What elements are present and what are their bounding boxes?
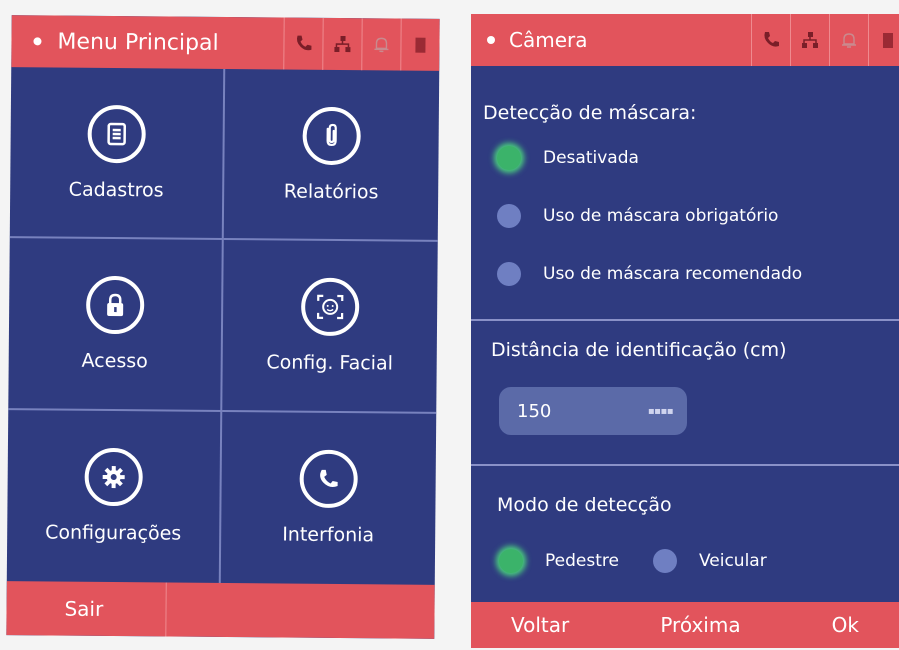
camera-settings-screen: Câmera Detecção de máscara: Desativada U… <box>471 14 899 648</box>
menu-tile-label: Relatórios <box>283 180 379 204</box>
network-icon[interactable] <box>322 17 362 71</box>
detection-mode-heading: Modo de detecção <box>497 494 672 516</box>
menu-tile-cadastros[interactable]: Cadastros <box>9 67 226 241</box>
menu-tile-relatorios[interactable]: Relatórios <box>223 69 440 243</box>
radio-label: Desativada <box>543 148 639 168</box>
radio-button[interactable] <box>497 262 521 286</box>
menu-tile-acesso[interactable]: Acesso <box>8 238 224 412</box>
radio-button[interactable] <box>652 549 677 573</box>
keypad-icon: ▪▪▪▪ <box>647 405 674 417</box>
radio-option-pedestre[interactable]: Pedestre <box>499 532 619 590</box>
title-dot <box>33 37 42 46</box>
lock-icon <box>85 275 145 335</box>
menu-tile-configuracoes[interactable]: Configurações <box>6 409 223 583</box>
menu-header: Menu Principal <box>11 15 440 71</box>
list-icon <box>87 104 146 163</box>
distance-input[interactable]: 150 ▪▪▪▪ <box>499 387 687 435</box>
camera-bottom-bar: Voltar Próxima Ok <box>471 602 899 648</box>
network-icon[interactable] <box>790 14 829 66</box>
distance-section: Distância de identificação (cm) 150 ▪▪▪▪ <box>471 321 899 464</box>
menu-tile-label: Configurações <box>45 521 182 545</box>
menu-title: Menu Principal <box>57 29 219 56</box>
back-button[interactable]: Voltar <box>511 613 569 637</box>
radio-label: Pedestre <box>545 551 619 571</box>
menu-tile-label: Cadastros <box>68 178 164 202</box>
radio-label: Uso de máscara recomendado <box>543 264 803 284</box>
status-icons <box>283 17 440 71</box>
radio-option-recomendado[interactable]: Uso de máscara recomendado <box>497 245 802 303</box>
menu-tile-label: Acesso <box>81 349 148 373</box>
phone-icon[interactable] <box>751 14 790 66</box>
title-dot <box>487 36 495 44</box>
door-icon[interactable] <box>400 18 440 71</box>
ok-button[interactable]: Ok <box>832 613 859 637</box>
bell-icon[interactable] <box>829 14 868 66</box>
mask-detection-heading: Detecção de máscara: <box>483 102 697 124</box>
distance-value: 150 <box>517 400 552 422</box>
mask-detection-section: Detecção de máscara: Desativada Uso de m… <box>471 66 899 318</box>
menu-tile-interfonia[interactable]: Interfonia <box>221 412 436 585</box>
gear-icon <box>84 448 143 507</box>
exit-button[interactable]: Sair <box>6 581 167 637</box>
next-button[interactable]: Próxima <box>660 613 740 637</box>
menu-tile-config-facial[interactable]: Config. Facial <box>222 240 438 414</box>
camera-header: Câmera <box>471 14 899 66</box>
distance-heading: Distância de identificação (cm) <box>491 339 787 361</box>
menu-grid: Cadastros Relatórios Acesso Config. Faci… <box>6 67 440 585</box>
radio-option-obrigatorio[interactable]: Uso de máscara obrigatório <box>497 187 802 245</box>
radio-option-desativada[interactable]: Desativada <box>497 129 802 187</box>
radio-label: Uso de máscara obrigatório <box>543 206 779 226</box>
menu-tile-label: Config. Facial <box>266 351 394 375</box>
detection-mode-section: Modo de detecção Pedestre Veicular <box>471 466 899 602</box>
main-menu-screen: Menu Principal Cadastros Relatórios Aces… <box>6 15 440 639</box>
mask-detection-options: Desativada Uso de máscara obrigatório Us… <box>497 129 802 303</box>
radio-label: Veicular <box>698 551 767 571</box>
face-icon <box>300 277 360 337</box>
phone-icon <box>299 449 358 509</box>
paperclip-icon <box>302 106 361 165</box>
camera-title: Câmera <box>509 28 588 52</box>
radio-option-veicular[interactable]: Veicular <box>652 532 767 590</box>
door-icon[interactable] <box>868 14 899 66</box>
detection-mode-options: Pedestre Veicular <box>499 532 767 590</box>
radio-button-selected[interactable] <box>499 549 523 573</box>
radio-button-selected[interactable] <box>497 146 521 170</box>
bell-icon[interactable] <box>361 18 401 71</box>
menu-bottom-bar: Sair <box>6 581 435 639</box>
radio-button[interactable] <box>497 204 521 228</box>
phone-icon[interactable] <box>283 17 323 70</box>
menu-tile-label: Interfonia <box>282 523 375 547</box>
status-icons <box>751 14 899 66</box>
